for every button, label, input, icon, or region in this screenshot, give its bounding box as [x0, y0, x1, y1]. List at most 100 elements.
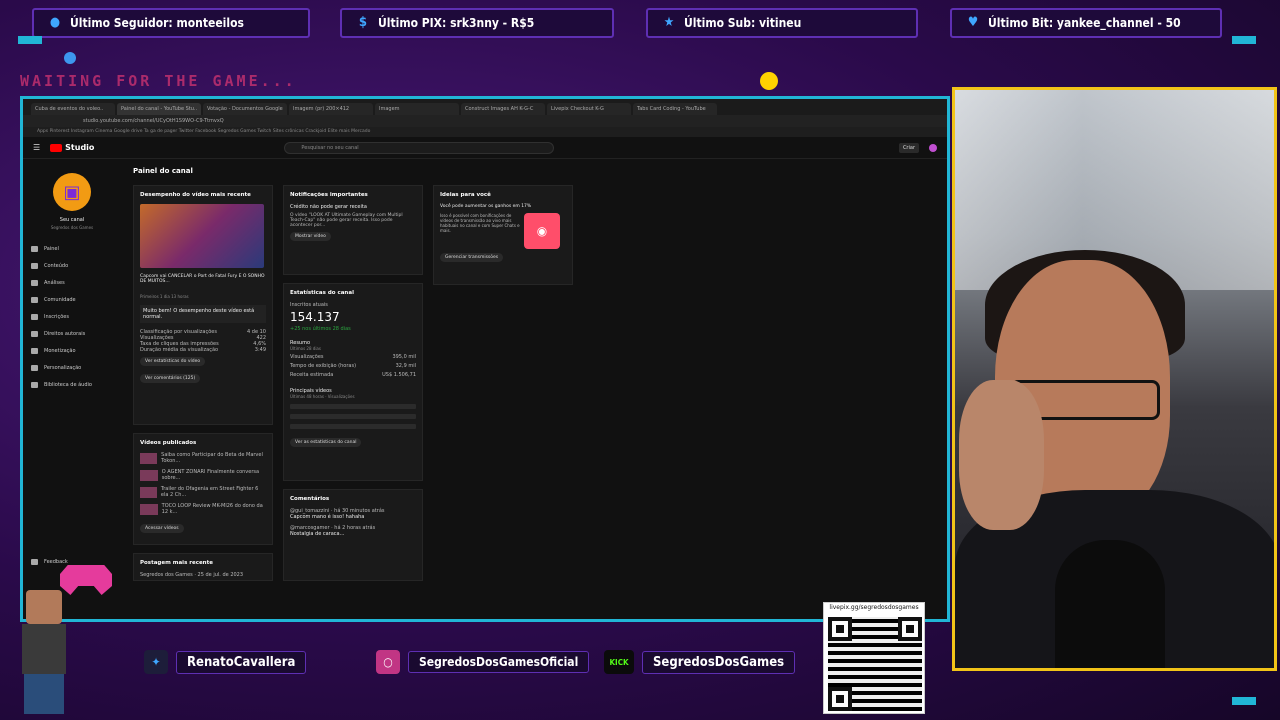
- channel-stats-button[interactable]: Ver as estatísticas do canal: [290, 438, 362, 447]
- browser-tab[interactable]: Cuba de eventos do voleo..: [31, 103, 115, 115]
- twitter-text: RenatoCavallera: [176, 650, 307, 674]
- menu-icon[interactable]: ☰: [33, 143, 40, 152]
- sidebar-item-label: Direitos autorais: [44, 330, 86, 337]
- kick-icon: KICK: [604, 650, 634, 674]
- sidebar-item-personalizacao[interactable]: Personalização: [31, 359, 113, 376]
- sidebar-item-painel[interactable]: Painel: [31, 240, 113, 257]
- alerts-bar: ● Último Seguidor: monteeilos $ Último P…: [0, 0, 1280, 52]
- show-video-button[interactable]: Mostrar vídeo: [290, 232, 331, 241]
- latest-video-highlight: Muito bem! O desempenho deste vídeo está…: [140, 305, 266, 323]
- channel-avatar[interactable]: ▣: [53, 173, 91, 211]
- notifications-heading: Notificações importantes: [290, 192, 368, 198]
- top-video-row[interactable]: [290, 414, 416, 419]
- top-video-row[interactable]: [290, 404, 416, 409]
- view-comments-button[interactable]: Ver comentários (125): [140, 374, 201, 383]
- profile-avatar[interactable]: [929, 143, 937, 152]
- ideas-body: Isso é possível com bonificações de víde…: [440, 213, 520, 233]
- feedback-icon: [31, 558, 38, 565]
- subs-delta: +25 nos últimos 28 dias: [290, 326, 351, 332]
- instagram-text: SegredosDosGamesOficial: [408, 651, 590, 673]
- url-bar[interactable]: studio.youtube.com/channel/UCyOtH1S9WO-C…: [23, 115, 947, 127]
- star-icon: ★: [663, 15, 675, 30]
- video-title: Saiba como Participar do Beta de Marvel …: [161, 452, 263, 464]
- browser-tab[interactable]: Painel do canal - YouTube Stu..: [117, 103, 201, 115]
- decor-dot-yellow: [760, 72, 778, 90]
- sidebar-item-comunidade[interactable]: Comunidade: [31, 291, 113, 308]
- top-videos-subtitle: Últimas 48 horas · Visualizações: [290, 394, 355, 399]
- browser-tab[interactable]: Construct Images AH K-G-C: [461, 103, 545, 115]
- twitter-handle: ✦ RenatoCavallera: [144, 648, 307, 676]
- studio-logo[interactable]: Studio: [50, 143, 94, 152]
- brush-icon: [31, 364, 38, 371]
- corner-accent: [18, 36, 42, 44]
- subtitles-icon: [31, 313, 38, 320]
- notifications-card: Notificações importantes Crédito não pod…: [283, 185, 423, 275]
- summary-subtitle: Últimos 28 dias: [290, 346, 321, 351]
- comments-card: Comentários @gui_tomazzini · há 30 minut…: [283, 489, 423, 581]
- sidebar-item-label: Inscrições: [44, 313, 69, 320]
- sidebar-item-inscricoes[interactable]: Inscrições: [31, 308, 113, 325]
- latest-video-thumbnail[interactable]: [140, 204, 264, 268]
- sidebar-item-conteudo[interactable]: Conteúdo: [31, 257, 113, 274]
- webcam-hand: [959, 380, 1044, 530]
- top-video-row[interactable]: [290, 424, 416, 429]
- sidebar-item-label: Painel: [44, 245, 59, 252]
- money-icon: [31, 347, 38, 354]
- sidebar-item-label: Comunidade: [44, 296, 76, 303]
- latest-video-period: Primeiros 1 dia 13 horas: [140, 294, 189, 299]
- subs-value: 154.137: [290, 310, 340, 324]
- sidebar-item-biblioteca[interactable]: Biblioteca de áudio: [31, 376, 113, 393]
- published-videos-card: Vídeos publicados Saiba como Participar …: [133, 433, 273, 545]
- user-icon: ●: [49, 15, 61, 30]
- last-follower-alert: ● Último Seguidor: monteeilos: [32, 8, 310, 38]
- video-thumbnail: [140, 486, 157, 498]
- sidebar-item-analises[interactable]: Análises: [31, 274, 113, 291]
- feedback-label: Feedback: [44, 558, 68, 565]
- stat-label: Tempo de exibição (horas): [290, 363, 357, 369]
- browser-tab[interactable]: Imagem: [375, 103, 459, 115]
- search-placeholder: Pesquisar no seu canal: [301, 144, 359, 151]
- metric-row: Duração média da visualização 3:49: [140, 347, 266, 353]
- bookmarks-bar[interactable]: Apps Pinterest Instagram Cinema Google d…: [23, 127, 947, 137]
- browser-tab[interactable]: Votação - Documentos Google: [203, 103, 287, 115]
- metric-value: 3:49: [254, 347, 266, 353]
- last-pix-alert: $ Último PIX: srk3nny - R$5: [340, 8, 614, 38]
- stat-row: Visualizações 395,0 mil: [290, 354, 416, 360]
- manage-streams-button[interactable]: Gerenciar transmissões: [440, 253, 504, 262]
- studio-search-input[interactable]: Pesquisar no seu canal: [284, 141, 555, 154]
- content-icon: [31, 262, 38, 269]
- go-to-videos-button[interactable]: Acessar vídeos: [140, 524, 184, 533]
- last-sub-alert: ★ Último Sub: vitineu: [646, 8, 918, 38]
- latest-post-meta: Segredos dos Games · 25 de jul. de 2023: [140, 572, 244, 578]
- sidebar-item-direitos[interactable]: Direitos autorais: [31, 325, 113, 342]
- latest-video-card: Desempenho do vídeo mais recente Capcom …: [133, 185, 273, 425]
- qr-finder: [828, 617, 852, 641]
- list-item[interactable]: Trailer do Ofagenia em Street Fighter 6 …: [140, 486, 266, 498]
- video-stats-button[interactable]: Ver estatísticas do vídeo: [140, 357, 206, 366]
- last-bit-alert: ♥ Último Bit: yankee_channel - 50: [950, 8, 1222, 38]
- browser-tabs: Cuba de eventos do voleo.. Painel do can…: [23, 99, 947, 115]
- comment-text: Nostalgia de caraca...: [290, 531, 345, 537]
- list-item[interactable]: Saiba como Participar do Beta de Marvel …: [140, 452, 266, 464]
- list-item[interactable]: TOCO LOOP Review MK-Ml26 do dono da 12 k…: [140, 503, 266, 515]
- channel-stats-card: Estatísticas do canal Inscritos atuais 1…: [283, 283, 423, 481]
- sidebar-item-label: Monetização: [44, 347, 76, 354]
- list-item[interactable]: O AGENT ZONARI Finalmente conversa sobre…: [140, 469, 266, 481]
- create-button[interactable]: Criar: [898, 142, 919, 153]
- last-sub-text: Último Sub: vitineu: [684, 16, 802, 30]
- latest-video-title[interactable]: Capcom vai CANCELAR o Port de Fatal Fury…: [140, 274, 266, 284]
- stat-value: US$ 1.506,71: [382, 372, 416, 378]
- channel-subtitle: Segredos dos Games: [50, 225, 94, 230]
- dashboard-col-1: Desempenho do vídeo mais recente Capcom …: [133, 185, 273, 581]
- browser-tab[interactable]: Tabs Card Coding - YouTube: [633, 103, 717, 115]
- sidebar-item-monetizacao[interactable]: Monetização: [31, 342, 113, 359]
- decor-dot-blue: [64, 52, 76, 64]
- browser-tab[interactable]: Imagem (pr) 200×412: [289, 103, 373, 115]
- browser-tab[interactable]: Livepix Checkout K-G: [547, 103, 631, 115]
- studio-header: ☰ Studio Pesquisar no seu canal Criar: [23, 137, 947, 159]
- dashboard-icon: [31, 245, 38, 252]
- waiting-banner: WAITING FOR THE GAME...: [20, 72, 297, 90]
- subs-label: Inscritos atuais: [290, 302, 328, 308]
- last-pix-text: Último PIX: srk3nny - R$5: [378, 16, 535, 30]
- kick-text: SegredosDosGames: [642, 650, 796, 674]
